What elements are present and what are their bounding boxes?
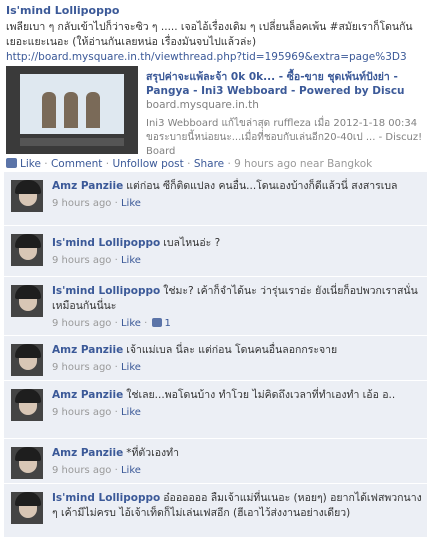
avatar[interactable]	[11, 447, 43, 479]
comment-like-link[interactable]: Like	[121, 362, 141, 373]
comment: Amz Panziie *ที่ตัวเองทำ 9 hours ago · Li…	[4, 439, 427, 484]
thumbs-up-icon	[152, 318, 163, 327]
comment-like-link[interactable]: Like	[121, 198, 141, 209]
comment: Is'mind Lollipoppo อ๋ออออออ ลืมเจ้าแม่ที่…	[4, 484, 427, 538]
commenter-name[interactable]: Is'mind Lollipoppo	[52, 285, 160, 297]
like-link[interactable]: Like	[20, 158, 41, 170]
avatar[interactable]	[11, 492, 43, 524]
post-actions: Like · Comment · Unfollow post · Share ·…	[6, 158, 372, 170]
post-url-link[interactable]: http://board.mysquare.in.th/viewthread.p…	[6, 50, 430, 64]
avatar[interactable]	[11, 389, 43, 421]
commenter-name[interactable]: Amz Panziie	[52, 447, 123, 459]
comment-time[interactable]: 9 hours ago	[52, 362, 111, 373]
attachment-title[interactable]: สรุปค่าจะแพ้ละจ้า 0k 0k... - ซื้อ-ขาย ชุ…	[146, 70, 426, 98]
like-count[interactable]: 1	[164, 318, 170, 329]
comment: Is'mind Lollipoppo ใช่มะ? เค้าก็จำได้นะ ว…	[4, 277, 427, 336]
post-author[interactable]: Is'mind Lollipoppo	[6, 4, 430, 17]
comment-like-link[interactable]: Like	[121, 318, 141, 329]
comment-list: Amz Panziie แต่ก่อน ซีก็ติดแปลง คนอื่น...…	[4, 172, 427, 538]
avatar[interactable]	[11, 180, 43, 212]
post-time[interactable]: 9 hours ago near Bangkok	[234, 158, 372, 170]
comment: Is'mind Lollipoppo เบลไหนอ่ะ ? 9 hours ag…	[4, 226, 427, 277]
avatar[interactable]	[11, 285, 43, 317]
commenter-name[interactable]: Amz Panziie	[52, 389, 123, 401]
avatar[interactable]	[11, 234, 43, 266]
comment-time[interactable]: 9 hours ago	[52, 318, 111, 329]
link-attachment[interactable]: สรุปค่าจะแพ้ละจ้า 0k 0k... - ซื้อ-ขาย ชุ…	[6, 66, 426, 157]
attachment-thumbnail[interactable]	[6, 66, 138, 154]
comment-text: เจ้าแม่เบล นี่ละ แต่ก่อน โดนคนอื่นลอกกระ…	[126, 344, 338, 356]
like-icon	[6, 158, 17, 168]
comment-text: *ที่ตัวเองทำ	[126, 447, 179, 459]
commenter-name[interactable]: Is'mind Lollipoppo	[52, 237, 160, 249]
comment: Amz Panziie แต่ก่อน ซีก็ติดแปลง คนอื่น...…	[4, 172, 427, 226]
commenter-name[interactable]: Is'mind Lollipoppo	[52, 492, 160, 504]
attachment-description: Ini3 Webboard แก้ไขล่าสุด ruffleza เมื่อ…	[146, 118, 423, 157]
share-link[interactable]: Share	[194, 158, 224, 170]
separator: ·	[44, 158, 48, 170]
comment-time[interactable]: 9 hours ago	[52, 407, 111, 418]
attachment-domain: board.mysquare.in.th	[146, 99, 259, 111]
comment-text: ใช่เลย...พอโดนบ้าง ทำโวย ไม่คิดถึงเวลาที…	[126, 389, 396, 401]
comment-text: แต่ก่อน ซีก็ติดแปลง คนอื่น...โดนเองบ้างก…	[126, 180, 398, 192]
comment-time[interactable]: 9 hours ago	[52, 465, 111, 476]
post: Is'mind Lollipoppo เพลียเบา ๆ กลับเข้าไป…	[6, 0, 430, 64]
comment-like-link[interactable]: Like	[121, 255, 141, 266]
commenter-name[interactable]: Amz Panziie	[52, 344, 123, 356]
separator: ·	[105, 158, 110, 170]
unfollow-link[interactable]: Unfollow post	[112, 158, 183, 170]
comment-like-link[interactable]: Like	[121, 407, 141, 418]
comment-text: เบลไหนอ่ะ ?	[163, 237, 221, 249]
comment: Amz Panziie เจ้าแม่เบล นี่ละ แต่ก่อน โดนค…	[4, 336, 427, 381]
avatar[interactable]	[11, 344, 43, 376]
comment: Amz Panziie ใช่เลย...พอโดนบ้าง ทำโวย ไม่ค…	[4, 381, 427, 439]
comment-time[interactable]: 9 hours ago	[52, 255, 111, 266]
separator: ·	[187, 158, 191, 170]
comment-time[interactable]: 9 hours ago	[52, 198, 111, 209]
comment-link[interactable]: Comment	[51, 158, 102, 170]
comment-like-link[interactable]: Like	[121, 465, 141, 476]
post-message: เพลียเบา ๆ กลับเข้าไปก็ว่าจะซิว ๆ ..... …	[6, 21, 413, 48]
separator: ·	[227, 158, 231, 170]
commenter-name[interactable]: Amz Panziie	[52, 180, 123, 192]
